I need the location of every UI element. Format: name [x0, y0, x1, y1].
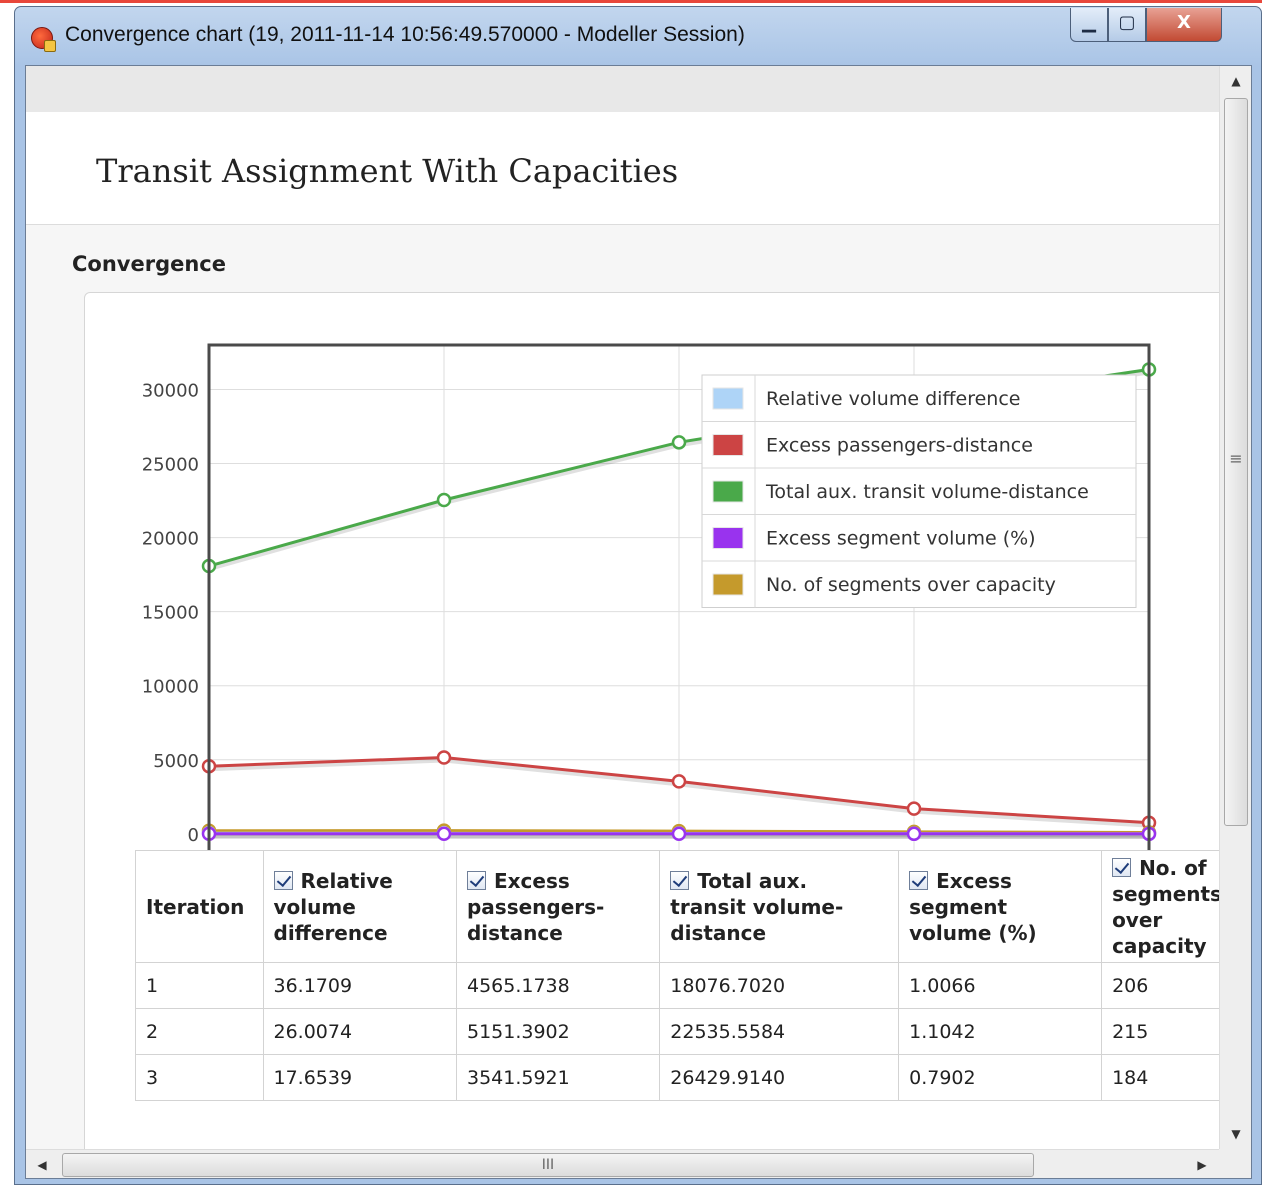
- data-point: [436, 492, 452, 508]
- minimize-button[interactable]: ▁: [1070, 8, 1108, 42]
- scroll-left-button[interactable]: ◀: [26, 1150, 58, 1178]
- section-title: Convergence: [72, 252, 226, 276]
- scroll-down-button[interactable]: ▼: [1220, 1119, 1251, 1149]
- table-row: 1 36.1709 4565.1738 18076.7020 1.0066 20…: [135, 962, 1233, 1009]
- vertical-scrollbar[interactable]: ▲ ≡ ▼: [1219, 66, 1251, 1149]
- vertical-scroll-thumb[interactable]: ≡: [1224, 98, 1248, 826]
- legend-entry: Relative volume difference: [766, 388, 1020, 410]
- convergence-chart: 05000100001500020000250003000012345Relat…: [142, 343, 1157, 896]
- page-top-strip: [0, 0, 1262, 3]
- y-tick-label: 30000: [142, 380, 199, 401]
- table-cell: 1.1042: [898, 1008, 1103, 1055]
- y-tick-label: 15000: [142, 603, 199, 624]
- arrow-left-icon: ◀: [37, 1158, 47, 1172]
- data-point: [671, 826, 687, 842]
- table-cell: 215: [1101, 1008, 1233, 1055]
- y-tick-label: 20000: [142, 529, 199, 550]
- table-cell: 17.6539: [262, 1054, 457, 1101]
- table-cell: 1: [135, 962, 264, 1009]
- horizontal-scrollbar[interactable]: ◀ III ▶: [26, 1149, 1251, 1178]
- title-bar[interactable]: Convergence chart (19, 2011-11-14 10:56:…: [15, 7, 1261, 65]
- column-header-label: Excess segment volume (%): [909, 868, 1037, 945]
- data-point: [671, 435, 687, 450]
- report-body: Convergence 0 5000 10000 15000 20000 25000 300…: [26, 225, 1234, 1178]
- series-checkbox[interactable]: [1112, 857, 1132, 877]
- scroll-right-button[interactable]: ▶: [1186, 1150, 1218, 1178]
- close-button[interactable]: X: [1146, 8, 1222, 42]
- arrow-down-icon: ▼: [1231, 1127, 1241, 1141]
- y-tick-label: 0: [188, 825, 199, 846]
- y-tick-label: 25000: [142, 455, 199, 476]
- series-checkbox[interactable]: [273, 870, 293, 890]
- close-icon: X: [1177, 12, 1191, 33]
- grip-icon: III: [541, 1157, 555, 1173]
- legend-entry: No. of segments over capacity: [766, 574, 1056, 596]
- table-cell: 3541.5921: [455, 1054, 661, 1101]
- column-header-label: Iteration: [146, 894, 245, 919]
- table-cell: 184: [1101, 1054, 1233, 1101]
- table-cell: 26429.9140: [659, 1054, 900, 1101]
- table-cell: 22535.5584: [659, 1008, 900, 1055]
- data-point: [436, 826, 452, 842]
- legend-entry: Excess segment volume (%): [766, 528, 1036, 550]
- table-row: 3 17.6539 3541.5921 26429.9140 0.7902 18…: [135, 1054, 1233, 1101]
- series-checkbox[interactable]: [466, 870, 486, 890]
- app-icon: [31, 27, 56, 52]
- table-cell: 18076.7020: [659, 962, 900, 1009]
- column-header-iteration: Iteration: [135, 850, 264, 963]
- column-header-segments-over-capacity[interactable]: No. of segments over capacity: [1101, 850, 1233, 963]
- grip-icon: ≡: [1229, 449, 1243, 468]
- legend-swatch: [712, 527, 744, 549]
- convergence-table: Iteration Relative volume difference Exc…: [135, 850, 1233, 1101]
- legend-entry: Excess passengers-distance: [766, 435, 1033, 457]
- table-cell: 2: [135, 1008, 264, 1055]
- column-header-label: Total aux. transit volume-distance: [670, 868, 844, 945]
- report-title: Transit Assignment With Capacities: [96, 152, 679, 190]
- toolbar-strip: [26, 66, 1219, 112]
- legend-swatch: [712, 480, 744, 503]
- table-cell: 3: [135, 1054, 264, 1101]
- app-window: Convergence chart (19, 2011-11-14 10:56:…: [14, 6, 1262, 1185]
- table-cell: 4565.1738: [455, 962, 661, 1009]
- report-header: Transit Assignment With Capacities: [26, 112, 1219, 225]
- scroll-up-button[interactable]: ▲: [1220, 66, 1251, 96]
- legend-entry: Total aux. transit volume-distance: [765, 481, 1089, 503]
- y-tick-label: 5000: [153, 751, 199, 772]
- data-point: [906, 826, 922, 842]
- y-tick-label: 10000: [142, 677, 199, 698]
- data-point: [436, 750, 452, 765]
- window-client-area: Transit Assignment With Capacities Conve…: [25, 65, 1252, 1179]
- column-header-relative-volume-difference[interactable]: Relative volume difference: [262, 850, 457, 963]
- window-title: Convergence chart (19, 2011-11-14 10:56:…: [65, 23, 745, 46]
- table-cell: 36.1709: [262, 962, 457, 1009]
- data-point: [671, 774, 687, 789]
- series-checkbox[interactable]: [670, 870, 690, 890]
- scrollbar-corner: [1219, 1149, 1251, 1178]
- maximize-icon: ▢: [1118, 12, 1136, 33]
- arrow-up-icon: ▲: [1231, 74, 1241, 88]
- column-header-excess-segment-volume[interactable]: Excess segment volume (%): [898, 850, 1103, 963]
- column-header-label: Excess passengers-distance: [466, 868, 605, 945]
- table-cell: 5151.3902: [455, 1008, 661, 1055]
- table-row: 2 26.0074 5151.3902 22535.5584 1.1042 21…: [135, 1008, 1233, 1055]
- legend-swatch: [712, 387, 744, 410]
- horizontal-scroll-thumb[interactable]: III: [62, 1153, 1034, 1177]
- table-cell: 1.0066: [898, 962, 1103, 1009]
- column-header-excess-passengers-distance[interactable]: Excess passengers-distance: [455, 850, 661, 963]
- data-point: [906, 801, 922, 816]
- table-cell: 206: [1101, 962, 1233, 1009]
- legend-swatch: [712, 573, 744, 596]
- maximize-button[interactable]: ▢: [1108, 8, 1146, 42]
- series-checkbox[interactable]: [909, 870, 929, 890]
- table-cell: 26.0074: [262, 1008, 457, 1055]
- table-header-row: Iteration Relative volume difference Exc…: [135, 850, 1233, 963]
- legend-swatch: [712, 434, 744, 456]
- column-header-total-aux-transit-volume-distance[interactable]: Total aux. transit volume-distance: [659, 850, 900, 963]
- convergence-panel: 05000100001500020000250003000012345Relat…: [84, 292, 1234, 1178]
- table-cell: 0.7902: [898, 1054, 1103, 1101]
- arrow-right-icon: ▶: [1197, 1158, 1207, 1172]
- minimize-icon: ▁: [1082, 12, 1096, 33]
